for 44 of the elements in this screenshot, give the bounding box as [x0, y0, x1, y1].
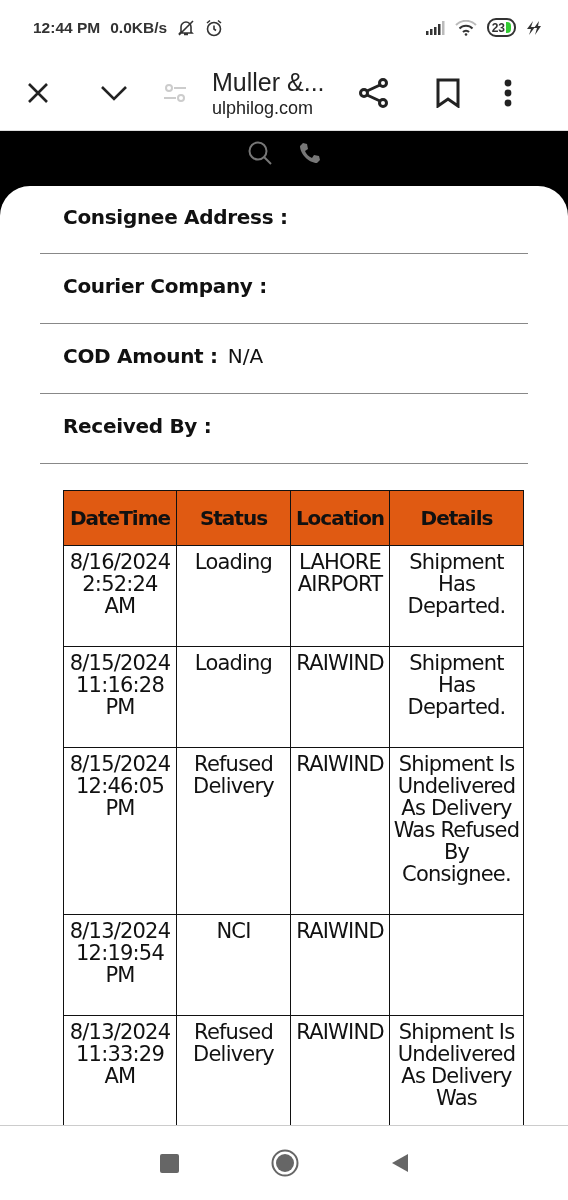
table-cell: Shipment Is Undelivered As Delivery Was Refused By Consignee. — [389, 747, 524, 915]
charging-icon — [526, 19, 542, 36]
column-header: Location — [290, 490, 390, 546]
table-cell: RAIWIND — [290, 646, 390, 748]
battery-indicator: 23 — [486, 18, 516, 38]
more-icon — [504, 78, 512, 107]
bell-off-icon — [177, 18, 196, 37]
column-header: Details — [389, 490, 524, 546]
page-title: Muller &... — [212, 66, 326, 97]
field-label: Consignee Address : — [63, 205, 288, 230]
network-speed: 0.0KB/s — [110, 18, 168, 37]
back-button[interactable] — [390, 1153, 409, 1174]
signal-icon — [424, 20, 445, 35]
sliders-icon — [163, 81, 187, 104]
home-button[interactable] — [270, 1149, 299, 1178]
table-cell: 8/13/2024 12:19:54 PM — [63, 914, 177, 1016]
column-header: Status — [176, 490, 291, 546]
field-label: COD Amount : — [63, 344, 218, 369]
table-cell: 8/15/2024 11:16:28 PM — [63, 646, 177, 748]
table-cell: 8/16/2024 2:52:24 AM — [63, 545, 177, 647]
bookmark-icon — [436, 77, 460, 108]
table-cell: RAIWIND — [290, 747, 390, 915]
table-cell: LAHORE AIRPORT — [290, 545, 390, 647]
field-value: N/A — [227, 344, 264, 369]
phone-button[interactable] — [299, 142, 321, 165]
table-cell: NCI — [176, 914, 291, 1016]
page-url: ulphilog.com — [212, 96, 315, 119]
table-cell: 8/15/2024 12:46:05 PM — [63, 747, 177, 915]
table-cell: Refused Delivery — [176, 747, 291, 915]
table-cell: Shipment Has Departed. — [389, 646, 524, 748]
table-cell: Loading — [176, 646, 291, 748]
table-cell: Loading — [176, 545, 291, 647]
wifi-icon — [454, 19, 477, 36]
search-button[interactable] — [247, 140, 273, 167]
field-label: Courier Company : — [63, 274, 267, 299]
clock-time: 12:44 PM — [33, 18, 101, 37]
column-header: DateTime — [63, 490, 177, 546]
close-icon — [27, 81, 49, 104]
recent-apps-button[interactable] — [159, 1153, 179, 1173]
field-label: Received By : — [63, 414, 212, 439]
alarm-clock-icon — [205, 18, 224, 37]
chevron-down-icon — [100, 84, 128, 101]
table-cell: Shipment Has Departed. — [389, 545, 524, 647]
table-cell: RAIWIND — [290, 914, 390, 1016]
